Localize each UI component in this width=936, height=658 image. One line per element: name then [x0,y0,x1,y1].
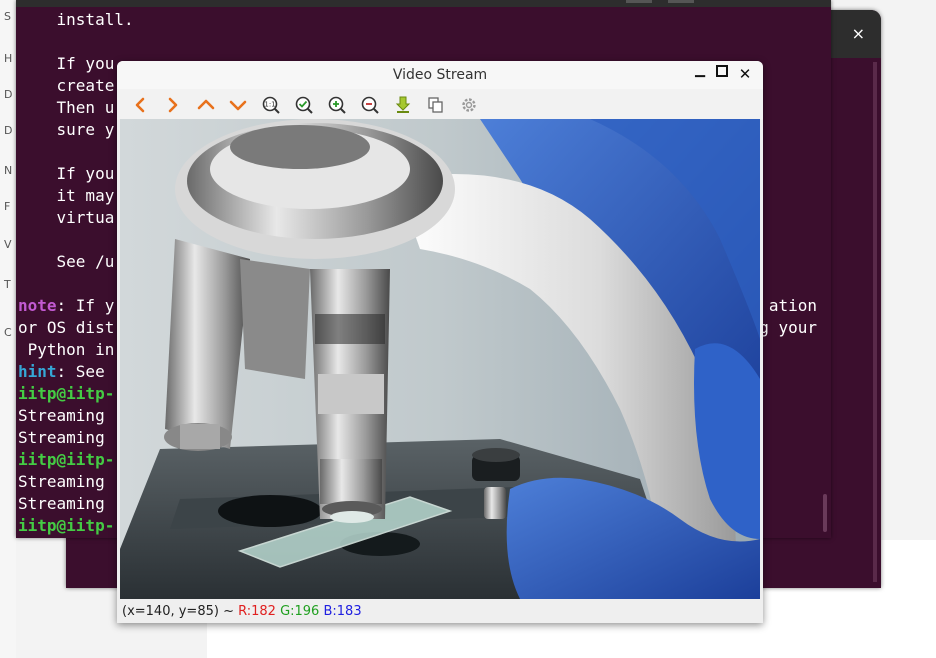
terminal-text: it may [18,186,115,205]
terminal-text: or OS dist [18,318,115,337]
terminal-text: Streaming [18,406,105,425]
terminal-line: Streaming [18,427,105,449]
terminal-text: note [18,296,57,315]
terminal-line: sure y [18,119,115,141]
terminal-line: it may [18,185,115,207]
cursor-coordinates: (x=140, y=85) ~ [122,604,239,619]
terminal-line: install. [18,9,134,31]
terminal-text: sure y [18,120,115,139]
terminal-text: Streaming [18,472,105,491]
file-manager-sidebar[interactable]: S H D D N F V T C [0,0,16,658]
pan-left-icon[interactable] [129,94,151,116]
terminal-line: note: If y [18,295,114,317]
terminal-text: See /u [18,252,115,271]
terminal-line: Then u [18,97,115,119]
terminal-text: Python in [18,340,115,359]
terminal-text: hint [18,362,57,381]
sidebar-item-label[interactable]: S [4,10,11,23]
window-title: Video Stream [392,67,488,83]
zoom-fit-icon[interactable] [293,94,315,116]
green-value: G:196 [280,604,320,619]
terminal-text: : If y [56,296,115,315]
close-icon[interactable]: ✕ [736,65,754,83]
terminal-text: virtua [18,208,115,227]
zoom-in-icon[interactable] [326,94,348,116]
sidebar-item-label[interactable]: H [4,52,12,65]
sidebar-item-label[interactable]: F [4,200,10,213]
terminal-text: If you [18,164,115,183]
terminal-text: Streaming [18,494,105,513]
image-toolbar: 1:1 [117,89,763,119]
terminal-text: : See [56,362,105,381]
terminal-button[interactable] [626,0,652,3]
terminal-text-fragment: ation [768,296,817,315]
status-bar: (x=140, y=85) ~ R:182 G:196 B:183 [117,600,763,623]
video-stream-titlebar[interactable]: Video Stream ▁ ✕ [117,61,763,89]
terminal-text: iitp@iitp- [18,516,115,535]
terminal-line: iitp@iitp- [18,383,114,405]
sidebar-item-label[interactable]: C [4,326,12,339]
minimize-icon[interactable]: ▁ [691,63,709,78]
terminal-line: Streaming [18,405,105,427]
terminal-line: or OS dist [18,317,114,339]
maximize-icon[interactable] [713,65,731,81]
blue-value: B:183 [323,604,362,619]
svg-text:1:1: 1:1 [264,101,275,109]
pan-up-icon[interactable] [195,94,217,116]
sidebar-item-label[interactable]: D [4,124,12,137]
close-icon[interactable]: × [852,24,865,43]
terminal-line: create [18,75,115,97]
terminal-titlebar[interactable] [16,0,831,7]
terminal-text: If you [18,54,115,73]
terminal-line: See /u [18,251,115,273]
pan-down-icon[interactable] [227,94,249,116]
sidebar-item-label[interactable]: T [4,278,11,291]
terminal-line: If you [18,53,115,75]
terminal-text: install. [18,10,134,29]
terminal-text: create [18,76,115,95]
scrollbar[interactable] [873,62,877,582]
terminal-line: iitp@iitp- [18,515,114,537]
terminal-text: Then u [18,98,115,117]
terminal-line: iitp@iitp- [18,449,114,471]
sidebar-item-label[interactable]: N [4,164,12,177]
terminal-scrollbar[interactable] [823,494,827,532]
terminal-line: Streaming [18,493,105,515]
terminal-line: If you [18,163,115,185]
terminal-text: iitp@iitp- [18,384,115,403]
red-value: R:182 [238,604,276,619]
video-frame-microscope[interactable] [120,119,760,599]
terminal-line: Streaming [18,471,105,493]
terminal-button[interactable] [668,0,694,3]
terminal-text: Streaming [18,428,105,447]
zoom-original-icon[interactable]: 1:1 [260,94,282,116]
pan-right-icon[interactable] [162,94,184,116]
terminal-text: iitp@iitp- [18,450,115,469]
terminal-line: hint: See [18,361,105,383]
video-stream-window[interactable]: Video Stream ▁ ✕ 1:1 (x=140, y=85) ~ R:1… [117,61,763,623]
sidebar-item-label[interactable]: D [4,88,12,101]
terminal-line: virtua [18,207,115,229]
terminal-line: Python in [18,339,115,361]
terminal-text-fragment: g your [759,318,817,337]
copy-image-icon[interactable] [425,94,447,116]
properties-icon[interactable] [458,94,480,116]
zoom-out-icon[interactable] [359,94,381,116]
sidebar-item-label[interactable]: V [4,238,12,251]
save-image-icon[interactable] [392,94,414,116]
